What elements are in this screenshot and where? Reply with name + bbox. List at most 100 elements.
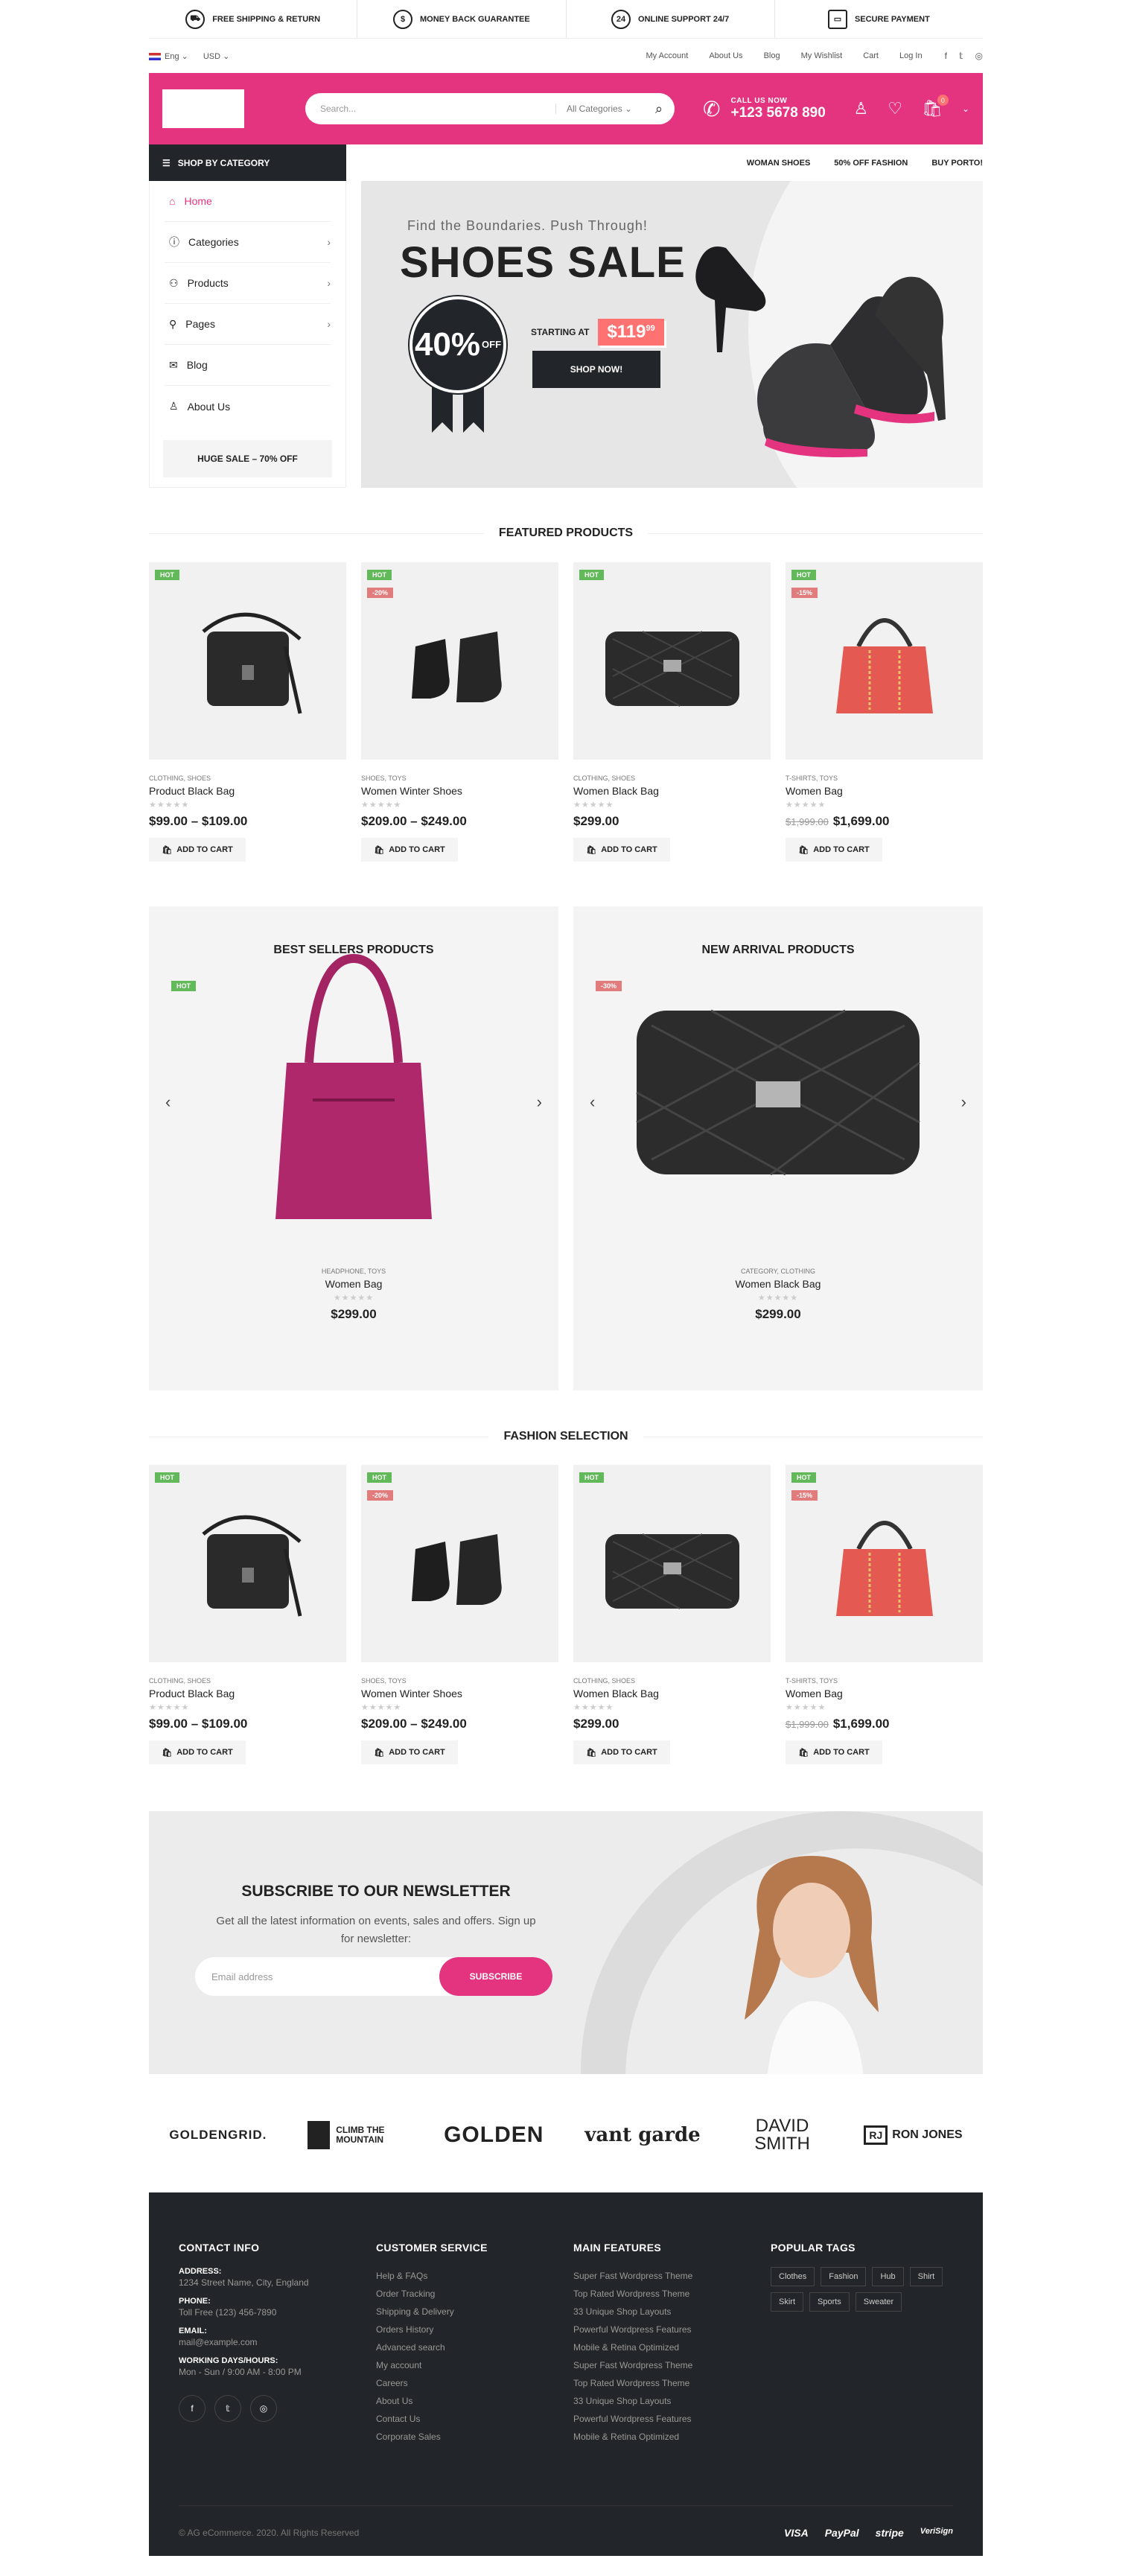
tag-chip[interactable]: Sweater (855, 2292, 902, 2312)
footer-link[interactable]: Top Rated Wordpress Theme (573, 2285, 692, 2303)
link-blog[interactable]: Blog (764, 51, 780, 60)
footer-link[interactable]: Mobile & Retina Optimized (573, 2428, 692, 2446)
heart-icon[interactable]: ♡ (888, 99, 902, 118)
tag-chip[interactable]: Clothes (771, 2267, 815, 2286)
footer-link[interactable]: Powerful Wordpress Features (573, 2321, 692, 2338)
email-field[interactable]: Email address (195, 1971, 439, 1982)
chevron-left-icon[interactable]: ‹ (590, 1093, 595, 1112)
brand-logo[interactable]: GOLDENGRID. (169, 2128, 267, 2143)
tag-chip[interactable]: Fashion (821, 2267, 867, 2286)
add-to-cart-button[interactable]: 🛍︎ ADD TO CART (361, 838, 458, 862)
brand-logo[interactable]: vant garde (584, 2124, 700, 2146)
product-name[interactable]: Women Black Bag (573, 1278, 983, 1290)
product-image[interactable]: HOT -20% (361, 562, 558, 760)
site-logo[interactable] (162, 89, 244, 128)
product-card[interactable]: HOT -20% SHOES, TOYS Women Winter Shoes ★… (361, 562, 558, 862)
category-select[interactable]: All Categories ⌄ (555, 104, 643, 114)
tag-chip[interactable]: Skirt (771, 2292, 803, 2312)
product-name[interactable]: Women Winter Shoes (361, 1688, 558, 1699)
chevron-left-icon[interactable]: ‹ (165, 1093, 171, 1112)
product-name[interactable]: Women Bag (786, 1688, 983, 1699)
sidebar-item-blog[interactable]: ✉ Blog (165, 345, 331, 386)
product-name[interactable]: Women Bag (786, 785, 983, 797)
product-image[interactable]: HOT (573, 562, 771, 760)
product-name[interactable]: Women Winter Shoes (361, 785, 558, 797)
shop-by-category[interactable]: ☰ SHOP BY CATEGORY (149, 144, 346, 181)
footer-link[interactable]: Orders History (376, 2321, 488, 2338)
sidebar-item-home[interactable]: ⌂ Home (165, 181, 331, 222)
product-card[interactable]: HOT CLOTHING, SHOES Product Black Bag ★★… (149, 1465, 346, 1764)
phone-number[interactable]: +123 5678 890 (730, 105, 825, 121)
brand-logo[interactable]: RJ RON JONES (864, 2125, 963, 2145)
product-card[interactable]: HOT CLOTHING, SHOES Product Black Bag ★★… (149, 562, 346, 862)
product-name[interactable]: Product Black Bag (149, 785, 346, 797)
footer-link[interactable]: Powerful Wordpress Features (573, 2410, 692, 2428)
footer-link[interactable]: Top Rated Wordpress Theme (573, 2374, 692, 2392)
product-name[interactable]: Women Bag (149, 1278, 558, 1290)
link-wishlist[interactable]: My Wishlist (801, 51, 843, 60)
add-to-cart-button[interactable]: 🛍︎ ADD TO CART (361, 1740, 458, 1764)
product-image[interactable]: HOT -15% (786, 562, 983, 760)
product-image[interactable]: HOT -20% (361, 1465, 558, 1662)
product-card[interactable]: HOT CLOTHING, SHOES Women Black Bag ★★★★… (573, 1465, 771, 1764)
product-image[interactable]: HOT (149, 562, 346, 760)
sidebar-item-categories[interactable]: ⓘ Categories › (165, 222, 331, 263)
product-image[interactable] (618, 981, 938, 1204)
chevron-right-icon[interactable]: › (537, 1093, 542, 1112)
tag-chip[interactable]: Sports (809, 2292, 850, 2312)
huge-sale-banner[interactable]: HUGE SALE – 70% OFF (163, 440, 332, 477)
product-image[interactable] (231, 953, 477, 1219)
sidebar-item-products[interactable]: ⚇ Products › (165, 263, 331, 304)
link-about-us[interactable]: About Us (709, 51, 742, 60)
facebook-icon[interactable]: f (945, 51, 947, 61)
facebook-icon[interactable]: f (179, 2395, 206, 2422)
add-to-cart-button[interactable]: 🛍︎ ADD TO CART (573, 1740, 670, 1764)
subscribe-button[interactable]: SUBSCRIBE (439, 1957, 552, 1996)
twitter-icon[interactable]: 𝕥 (214, 2395, 241, 2422)
add-to-cart-button[interactable]: 🛍︎ ADD TO CART (149, 838, 246, 862)
twitter-icon[interactable]: 𝕥 (959, 51, 963, 61)
footer-link[interactable]: Order Tracking (376, 2285, 488, 2303)
footer-link[interactable]: 33 Unique Shop Layouts (573, 2392, 692, 2410)
product-image[interactable]: HOT (149, 1465, 346, 1662)
product-card[interactable]: HOT -15% T-SHIRTS, TOYS Women Bag ★★★★★ $… (786, 1465, 983, 1764)
add-to-cart-button[interactable]: 🛍︎ ADD TO CART (573, 838, 670, 862)
nav-buy-porto[interactable]: BUY PORTO! (931, 159, 983, 168)
search-input[interactable]: Search... (305, 104, 555, 114)
link-my-account[interactable]: My Account (646, 51, 688, 60)
product-name[interactable]: Product Black Bag (149, 1688, 346, 1699)
add-to-cart-button[interactable]: 🛍︎ ADD TO CART (786, 1740, 882, 1764)
footer-link[interactable]: Advanced search (376, 2338, 488, 2356)
nav-woman-shoes[interactable]: WOMAN SHOES (747, 159, 811, 168)
sidebar-item-pages[interactable]: ⚲ Pages › (165, 304, 331, 345)
product-image[interactable]: HOT -15% (786, 1465, 983, 1662)
brand-logo[interactable]: DAVID SMITH (742, 2117, 823, 2153)
language-select[interactable]: Eng ⌄ (149, 51, 188, 61)
footer-link[interactable]: Contact Us (376, 2410, 488, 2428)
brand-logo[interactable]: CLIMB THE MOUNTAIN (308, 2121, 403, 2149)
footer-link[interactable]: Corporate Sales (376, 2428, 488, 2446)
footer-link[interactable]: Mobile & Retina Optimized (573, 2338, 692, 2356)
footer-link[interactable]: Super Fast Wordpress Theme (573, 2267, 692, 2285)
footer-link[interactable]: Careers (376, 2374, 488, 2392)
product-name[interactable]: Women Black Bag (573, 785, 771, 797)
product-name[interactable]: Women Black Bag (573, 1688, 771, 1699)
cart-icon[interactable]: 🛍︎ 0 (922, 95, 949, 118)
chevron-down-icon[interactable]: ⌄ (962, 104, 969, 114)
tag-chip[interactable]: Shirt (909, 2267, 943, 2286)
add-to-cart-button[interactable]: 🛍︎ ADD TO CART (149, 1740, 246, 1764)
footer-link[interactable]: Shipping & Delivery (376, 2303, 488, 2321)
shop-now-button[interactable]: SHOP NOW! (532, 351, 660, 388)
instagram-icon[interactable]: ◎ (250, 2395, 277, 2422)
instagram-icon[interactable]: ◎ (975, 51, 983, 61)
footer-link[interactable]: My account (376, 2356, 488, 2374)
add-to-cart-button[interactable]: 🛍︎ ADD TO CART (786, 838, 882, 862)
footer-link[interactable]: About Us (376, 2392, 488, 2410)
sidebar-item-about[interactable]: ♙ About Us (165, 386, 331, 427)
product-image[interactable]: HOT (573, 1465, 771, 1662)
user-icon[interactable]: ♙ (854, 99, 869, 118)
product-card[interactable]: HOT -20% SHOES, TOYS Women Winter Shoes ★… (361, 1465, 558, 1764)
product-card[interactable]: HOT CLOTHING, SHOES Women Black Bag ★★★★… (573, 562, 771, 862)
tag-chip[interactable]: Hub (872, 2267, 904, 2286)
chevron-right-icon[interactable]: › (961, 1093, 966, 1112)
